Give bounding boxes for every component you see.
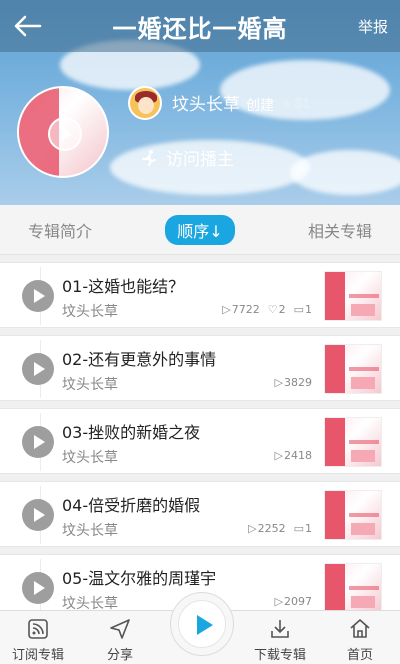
- play-count-icon: ▷: [274, 595, 283, 608]
- track-row[interactable]: 04-倍受折磨的婚假 坟头长草 ▷ 2252 ▭ 1: [0, 481, 400, 547]
- track-stats: ▷ 3829: [275, 376, 312, 389]
- back-button[interactable]: [12, 12, 44, 40]
- track-author: 坟头长草: [62, 450, 118, 466]
- track-row[interactable]: 02-还有更意外的事情 坟头长草 ▷ 3829: [0, 335, 400, 401]
- track-author: 坟头长草: [62, 523, 118, 539]
- track-row[interactable]: 01-这婚也能结？ 坟头长草 ▷ 7722 ♡ 2 ▭ 1: [0, 262, 400, 328]
- report-button[interactable]: 举报: [358, 16, 388, 37]
- play-icon[interactable]: [22, 499, 54, 531]
- home-label: 首页: [346, 648, 373, 663]
- track-title: 04-倍受折磨的婚假: [62, 496, 201, 515]
- tab-order[interactable]: 顺序↓: [165, 214, 235, 245]
- creator-role: 创建: [246, 98, 274, 114]
- track-stats: ▷ 2252 ▭ 1: [248, 522, 312, 535]
- track-stats: ▷ 2418: [275, 449, 312, 462]
- play-icon: [197, 615, 213, 635]
- track-stats: ▷ 7722 ♡ 2 ▭ 1: [222, 303, 312, 316]
- play-icon[interactable]: [22, 572, 54, 604]
- share-button[interactable]: 分享: [85, 617, 155, 663]
- track-thumbnail: [324, 271, 382, 321]
- album-hero: 一婚还比一婚高 举报 坟头长草 创建 81 访问播主: [0, 0, 400, 205]
- subscribe-album-label: 订阅专辑: [11, 648, 64, 663]
- track-thumbnail: [324, 490, 382, 540]
- play-icon[interactable]: [22, 280, 54, 312]
- rss-icon: [28, 619, 48, 639]
- comment-icon: ▭: [293, 303, 304, 316]
- share-label: 分享: [106, 648, 133, 663]
- album-cover[interactable]: [17, 86, 109, 178]
- track-list: 01-这婚也能结？ 坟头长草 ▷ 7722 ♡ 2 ▭ 1 02-还有更意外的事情 坟…: [0, 262, 400, 627]
- creator-name[interactable]: 坟头长草: [172, 90, 240, 115]
- play-count: 2097: [284, 595, 312, 608]
- album-tabs: 专辑简介 顺序↓ 相关专辑: [0, 205, 400, 255]
- home-button[interactable]: 首页: [325, 617, 395, 663]
- share-arrow-icon: [110, 619, 130, 639]
- play-count: 7722: [231, 303, 260, 316]
- play-count-icon: ▷: [274, 376, 283, 389]
- arrow-left-icon: [14, 15, 42, 37]
- track-author: 坟头长草: [62, 304, 118, 320]
- subscribe-album-button[interactable]: 订阅专辑: [3, 617, 73, 663]
- comment-count: 1: [305, 303, 312, 316]
- creator-count: 81: [280, 97, 311, 112]
- home-icon: [350, 619, 370, 638]
- tab-intro[interactable]: 专辑简介: [28, 218, 92, 242]
- creator-avatar[interactable]: [128, 86, 162, 120]
- heart-icon: ♡: [267, 303, 278, 316]
- visit-host-button[interactable]: 访问播主: [140, 145, 234, 170]
- track-title: 03-挫败的新婚之夜: [62, 423, 201, 442]
- track-stats: ▷ 2097: [275, 595, 312, 608]
- download-icon: [271, 620, 289, 638]
- play-icon[interactable]: [22, 353, 54, 385]
- play-count-icon: ▷: [248, 522, 257, 535]
- comment-count: 1: [305, 522, 312, 535]
- top-bar: 一婚还比一婚高 举报: [0, 0, 400, 52]
- play-icon[interactable]: [22, 426, 54, 458]
- play-icon: [48, 117, 82, 151]
- creator-info: 坟头长草 创建 81: [172, 90, 311, 115]
- play-count: 2418: [284, 449, 312, 462]
- play-count: 3829: [284, 376, 312, 389]
- track-title: 02-还有更意外的事情: [62, 350, 217, 369]
- running-person-icon: [142, 149, 156, 166]
- now-playing-button[interactable]: [170, 592, 234, 656]
- track-title: 01-这婚也能结？: [62, 277, 185, 296]
- comment-icon: ▭: [293, 522, 304, 535]
- cloud-decoration: [290, 150, 400, 195]
- track-row[interactable]: 03-挫败的新婚之夜 坟头长草 ▷ 2418: [0, 408, 400, 474]
- track-title: 05-温文尔雅的周瑾宇: [62, 569, 217, 588]
- download-album-label: 下载专辑: [253, 648, 306, 663]
- creator-count-value: 81: [294, 96, 311, 112]
- download-album-button[interactable]: 下载专辑: [245, 617, 315, 663]
- track-thumbnail: [324, 563, 382, 613]
- track-thumbnail: [324, 344, 382, 394]
- play-count-icon: ▷: [274, 449, 283, 462]
- tab-related[interactable]: 相关专辑: [308, 218, 372, 242]
- play-count: 2252: [257, 522, 286, 535]
- track-thumbnail: [324, 417, 382, 467]
- like-count: 2: [278, 303, 286, 316]
- play-count-icon: ▷: [222, 303, 231, 316]
- visit-host-label: 访问播主: [166, 150, 234, 170]
- page-title: 一婚还比一婚高: [112, 14, 288, 43]
- track-author: 坟头长草: [62, 377, 118, 393]
- sound-icon: [282, 100, 290, 108]
